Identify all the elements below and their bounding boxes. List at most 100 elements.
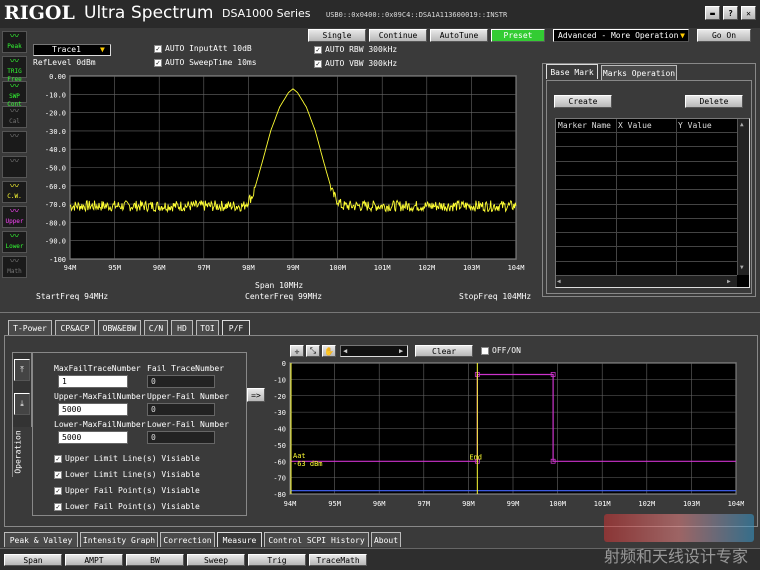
spin-icon: ▲▼ <box>58 376 59 387</box>
tab-correction[interactable]: Correction <box>160 532 215 547</box>
span-button[interactable]: Span <box>4 554 62 566</box>
tab-cp-acp[interactable]: CP&ACP <box>55 320 95 335</box>
waveform-icon: 〰 <box>9 182 19 192</box>
collapse-top-button[interactable]: ⤒ <box>14 359 30 381</box>
tab-toi[interactable]: TOI <box>196 320 219 335</box>
close-button[interactable]: ✕ <box>741 6 756 20</box>
check-lower-line[interactable]: ✓ Lower Limit Line(s) Visiable <box>54 470 200 480</box>
title-bar: RIGOL Ultra Spectrum DSA1000 Series USB0… <box>0 0 760 28</box>
tracemath-button[interactable]: TraceMath <box>309 554 367 566</box>
trace-slider[interactable]: ◀ ▶ <box>340 345 408 357</box>
tab-control-scpi-history[interactable]: Control SCPI History <box>264 532 369 547</box>
create-button[interactable]: Create <box>554 95 612 108</box>
check-upper-point[interactable]: ✓ Upper Fail Point(s) Visiable <box>54 486 200 496</box>
continue-button[interactable]: Continue <box>369 29 427 42</box>
help-button[interactable]: ? <box>723 6 738 20</box>
tab-base-mark[interactable]: Base Mark <box>546 64 598 79</box>
mode-select[interactable]: Advanced - More Operation ▼ <box>553 29 689 42</box>
sidebar-item-unk2[interactable]: 〰 <box>2 156 27 178</box>
x-tick-label: 102M <box>638 500 655 508</box>
upper-max-input[interactable]: ▲▼5000 <box>58 403 128 416</box>
spectrum-chart[interactable]: 0.00 -10.0 -20.0 -30.0 -40.0 -50.0 -60.0 -70.0 -… <box>30 68 530 303</box>
auto-sweep-time[interactable]: ✓ AUTO SweepTime 10ms <box>154 58 257 68</box>
tab-operation[interactable]: Operation <box>13 427 32 477</box>
auto-input-att[interactable]: ✓ AUTO InputAtt 10dB <box>154 44 252 54</box>
crosshair-tool-button[interactable]: ✛ <box>290 345 304 357</box>
auto-rbw[interactable]: ✓ AUTO RBW 300kHz <box>314 45 397 55</box>
off-on-label: OFF/ON <box>492 346 521 355</box>
tab-p-f[interactable]: P/F <box>222 320 250 335</box>
preset-button[interactable]: Preset <box>491 29 545 42</box>
sidebar-item-label: Peak <box>7 43 22 50</box>
y-tick-label: -40 <box>273 426 286 434</box>
y-tick-label: 0 <box>282 360 286 368</box>
trace-select-value: Trace1 <box>52 45 81 54</box>
lower-max-input[interactable]: ▲▼5000 <box>58 431 128 444</box>
bw-button[interactable]: BW <box>126 554 184 566</box>
lower-fail-value-text: 0 <box>151 433 156 442</box>
sidebar-item-trig[interactable]: 〰 TRIG Free <box>2 56 27 83</box>
marker-hscroll[interactable]: ◀ ▶ <box>556 275 737 287</box>
fail-trace-value-text: 0 <box>151 377 156 386</box>
marker-vscroll[interactable]: ▲ ▼ <box>737 119 749 275</box>
pf-chart[interactable]: 0 -10 -20 -30 -40 -50 -60 -70 -8094M 95M 96M 97M 98M… <box>264 358 744 512</box>
marker-table[interactable]: Marker Name X Value Y Value ▲ ▼ ◀ ▶ <box>555 118 750 288</box>
pan-tool-button[interactable]: ✋ <box>322 345 336 357</box>
x-tick-label: 103M <box>683 500 700 508</box>
brand-ultra: Ultra <box>84 3 126 23</box>
fail-trace-label: Fail TraceNumber <box>147 364 225 373</box>
x-tick-label: 102M <box>418 264 435 272</box>
check-upper-line-label: Upper Limit Line(s) Visiable <box>65 454 200 463</box>
tab-operation-label: Operation <box>13 430 23 474</box>
clear-button[interactable]: Clear <box>415 345 473 357</box>
tab-c-n[interactable]: C/N <box>144 320 168 335</box>
zoom-icon: ⤡ <box>309 346 317 355</box>
close-icon: ✕ <box>746 8 751 18</box>
checkbox-icon: ✓ <box>314 45 322 54</box>
sidebar-item-unk1[interactable]: 〰 <box>2 131 27 153</box>
check-upper-line[interactable]: ✓ Upper Limit Line(s) Visiable <box>54 454 200 464</box>
tab-marks-operation[interactable]: Marks Operation <box>601 65 677 80</box>
tab-measure[interactable]: Measure <box>217 532 262 547</box>
tab-t-power[interactable]: T-Power <box>8 320 52 335</box>
sidebar-item-math[interactable]: 〰 Math <box>2 256 27 278</box>
ampt-button[interactable]: AMPT <box>65 554 123 566</box>
lower-fail-value: 0 <box>147 431 215 444</box>
autotune-button[interactable]: AutoTune <box>430 29 488 42</box>
go-on-button[interactable]: Go On <box>697 29 751 42</box>
tab-obw-ebw[interactable]: OBW&EBW <box>98 320 141 335</box>
upper-fail-label: Upper-Fail Number <box>147 392 229 401</box>
y-tick-label: -60.0 <box>45 183 66 191</box>
collapse-bottom-button[interactable]: ⤓ <box>14 393 30 415</box>
sidebar-item-upper[interactable]: 〰 Upper <box>2 206 27 228</box>
watermark-text: 射频和天线设计专家 <box>604 547 749 566</box>
off-on-toggle[interactable]: OFF/ON <box>481 346 521 356</box>
sidebar-item-swp[interactable]: 〰 SWP Cont <box>2 81 27 108</box>
x-tick-label: 97M <box>417 500 430 508</box>
zoom-tool-button[interactable]: ⤡ <box>306 345 320 357</box>
max-fail-value: 1 <box>62 377 67 386</box>
apply-arrow-button[interactable]: => <box>247 388 265 402</box>
minimize-button[interactable]: ▬ <box>705 6 720 20</box>
tab-about[interactable]: About <box>371 532 401 547</box>
marker-col-y: Y Value <box>678 121 712 130</box>
tab-peak-valley[interactable]: Peak & Valley <box>4 532 78 547</box>
sidebar-item-cal[interactable]: 〰 Cal <box>2 106 27 128</box>
sweep-button[interactable]: Sweep <box>187 554 245 566</box>
sidebar-item-lower[interactable]: 〰 Lower <box>2 231 27 253</box>
sidebar-item-cw[interactable]: 〰 C.W. <box>2 181 27 203</box>
upper-fail-value-text: 0 <box>151 405 156 414</box>
single-button[interactable]: Single <box>308 29 366 42</box>
check-lower-point[interactable]: ✓ Lower Fail Point(s) Visiable <box>54 502 200 512</box>
trig-button[interactable]: Trig <box>248 554 306 566</box>
delete-button[interactable]: Delete <box>685 95 743 108</box>
x-tick-label: 94M <box>284 500 297 508</box>
trace-select[interactable]: Trace1 ▼ <box>33 44 111 56</box>
sidebar-item-peak[interactable]: 〰 Peak <box>2 31 27 53</box>
max-fail-input[interactable]: ▲▼1 <box>58 375 128 388</box>
tab-hd[interactable]: HD <box>171 320 193 335</box>
waveform-icon: 〰 <box>9 32 19 42</box>
spin-icon: ▲▼ <box>58 404 59 415</box>
waveform-icon: 〰 <box>9 232 19 242</box>
tab-intensity-graph[interactable]: Intensity Graph <box>80 532 158 547</box>
